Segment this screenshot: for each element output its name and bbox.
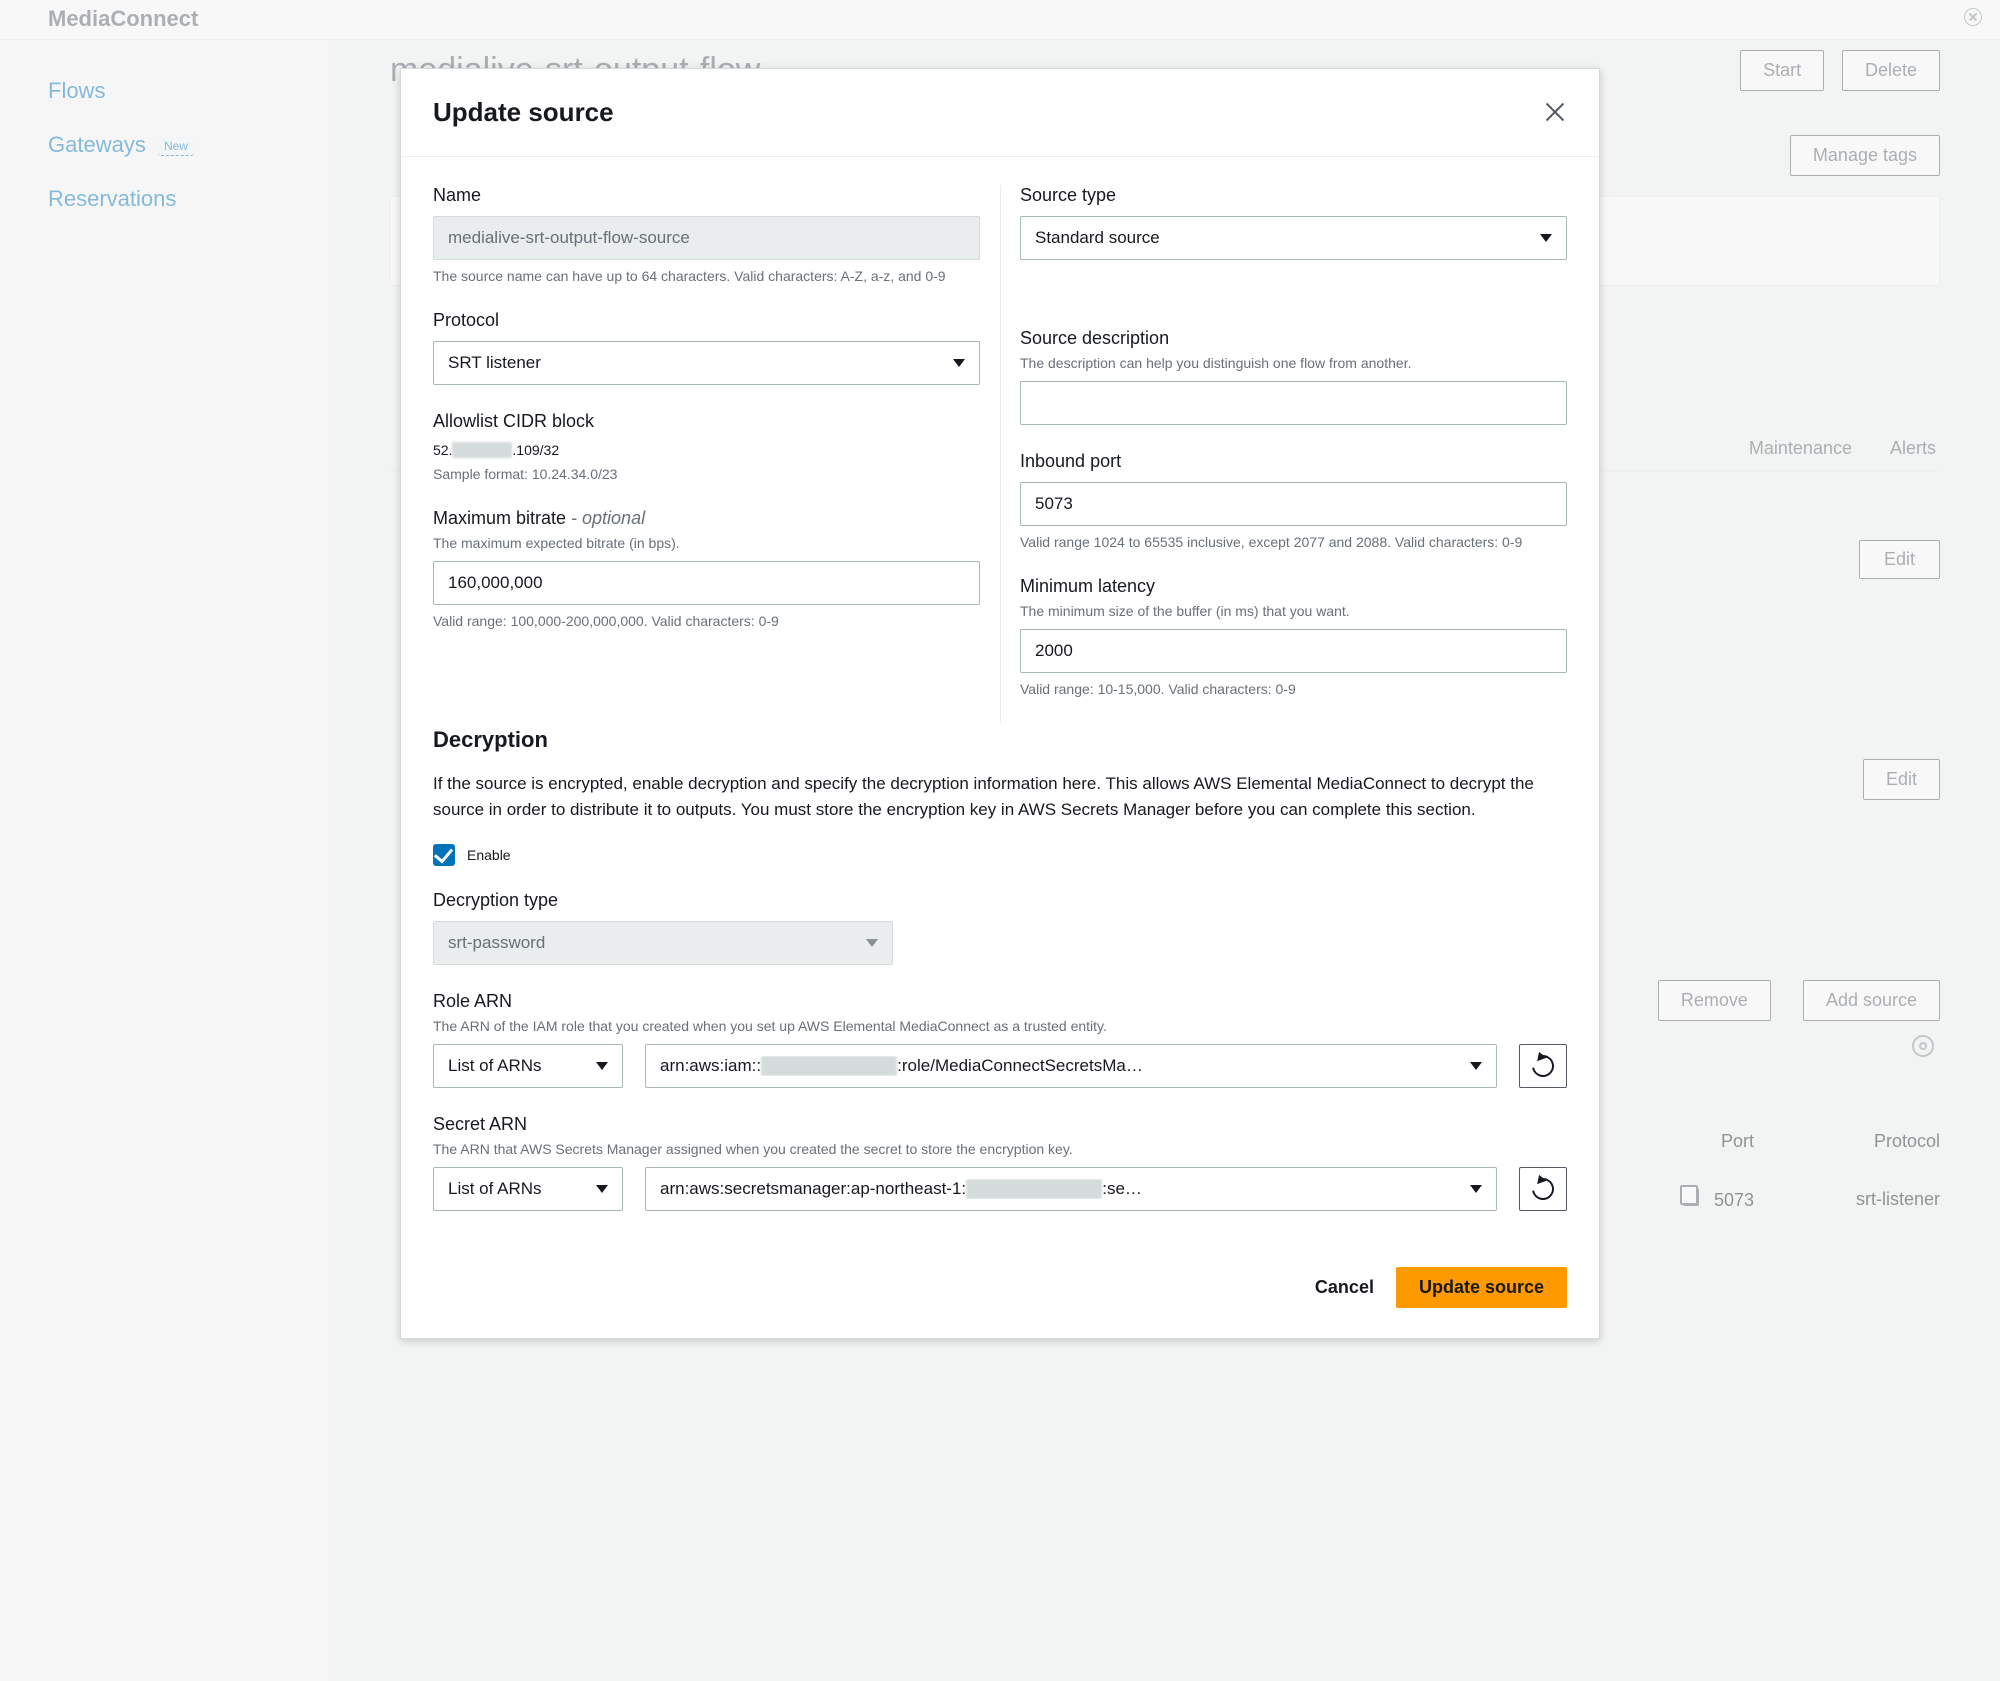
min-latency-input[interactable] — [1020, 629, 1567, 673]
name-label: Name — [433, 185, 980, 206]
cidr-help: Sample format: 10.24.34.0/23 — [433, 466, 980, 482]
cidr-label: Allowlist CIDR block — [433, 411, 980, 432]
name-help: The source name can have up to 64 charac… — [433, 268, 980, 284]
decryption-text: If the source is encrypted, enable decry… — [433, 771, 1567, 824]
close-icon[interactable] — [1543, 101, 1567, 125]
name-input — [433, 216, 980, 260]
refresh-secret-arn-button[interactable] — [1519, 1167, 1567, 1211]
role-arn-mode-select[interactable]: List of ARNs — [433, 1044, 623, 1088]
refresh-icon — [1528, 1050, 1559, 1081]
refresh-icon — [1528, 1173, 1559, 1204]
chevron-down-icon — [596, 1185, 608, 1193]
inbound-port-input[interactable] — [1020, 482, 1567, 526]
secret-arn-label: Secret ARN — [433, 1114, 1567, 1135]
modal-title: Update source — [433, 97, 614, 128]
enable-decryption-label: Enable — [467, 847, 511, 863]
cancel-button[interactable]: Cancel — [1315, 1277, 1374, 1298]
inbound-port-label: Inbound port — [1020, 451, 1567, 472]
secret-arn-help: The ARN that AWS Secrets Manager assigne… — [433, 1141, 1567, 1157]
source-desc-input[interactable] — [1020, 381, 1567, 425]
protocol-select[interactable]: SRT listener — [433, 341, 980, 385]
chevron-down-icon — [953, 359, 965, 367]
max-bitrate-help-below: Valid range: 100,000-200,000,000. Valid … — [433, 613, 980, 629]
min-latency-help-above: The minimum size of the buffer (in ms) t… — [1020, 603, 1567, 619]
source-type-select[interactable]: Standard source — [1020, 216, 1567, 260]
decryption-heading: Decryption — [433, 727, 1567, 753]
protocol-label: Protocol — [433, 310, 980, 331]
role-arn-label: Role ARN — [433, 991, 1567, 1012]
cidr-input[interactable]: 52. XXX.XXX .109/32 — [433, 442, 980, 458]
min-latency-label: Minimum latency — [1020, 576, 1567, 597]
decryption-type-select: srt-password — [433, 921, 893, 965]
enable-decryption-checkbox[interactable] — [433, 844, 455, 866]
refresh-role-arn-button[interactable] — [1519, 1044, 1567, 1088]
update-source-button[interactable]: Update source — [1396, 1267, 1567, 1308]
secret-arn-value-select[interactable]: arn:aws:secretsmanager:ap-northeast-1:XX… — [645, 1167, 1497, 1211]
chevron-down-icon — [1540, 234, 1552, 242]
max-bitrate-input[interactable] — [433, 561, 980, 605]
chevron-down-icon — [1470, 1185, 1482, 1193]
source-desc-help: The description can help you distinguish… — [1020, 355, 1567, 371]
role-arn-value-select[interactable]: arn:aws:iam::XXXXXXXXXXXX:role/MediaConn… — [645, 1044, 1497, 1088]
source-type-label: Source type — [1020, 185, 1567, 206]
update-source-modal: Update source Name The source name can h… — [400, 68, 1600, 1339]
chevron-down-icon — [866, 939, 878, 947]
chevron-down-icon — [596, 1062, 608, 1070]
secret-arn-mode-select[interactable]: List of ARNs — [433, 1167, 623, 1211]
max-bitrate-help-above: The maximum expected bitrate (in bps). — [433, 535, 980, 551]
max-bitrate-label: Maximum bitrate - optional — [433, 508, 980, 529]
role-arn-help: The ARN of the IAM role that you created… — [433, 1018, 1567, 1034]
inbound-port-help: Valid range 1024 to 65535 inclusive, exc… — [1020, 534, 1567, 550]
source-desc-label: Source description — [1020, 328, 1567, 349]
chevron-down-icon — [1470, 1062, 1482, 1070]
decryption-type-label: Decryption type — [433, 890, 893, 911]
min-latency-help-below: Valid range: 10-15,000. Valid characters… — [1020, 681, 1567, 697]
